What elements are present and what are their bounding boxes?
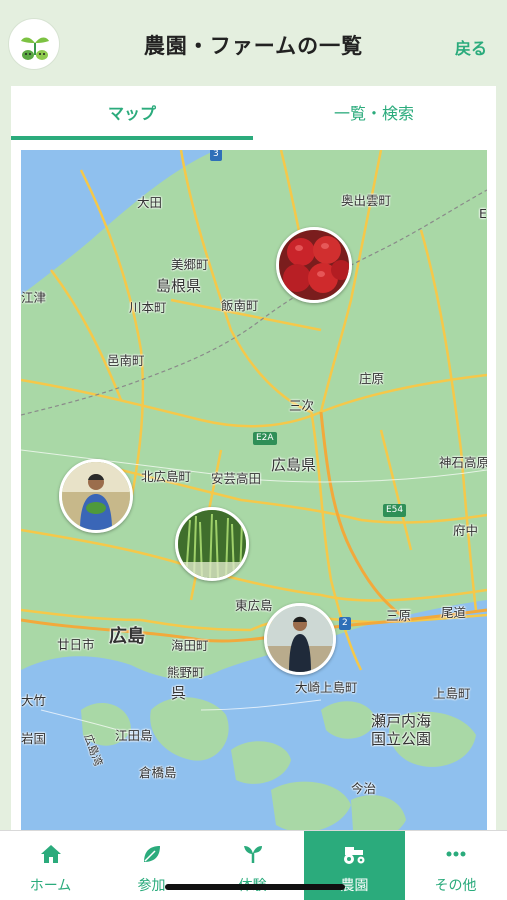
farmer-photo [62,462,130,530]
farm-map[interactable]: 大田 奥出雲町 E 美郷町 島根県 江津 川本町 飯南町 邑南町 庄原 三次 神… [21,150,487,844]
home-icon [0,843,101,865]
place-shobara: 庄原 [359,371,385,386]
nav-more-label: その他 [434,878,477,894]
place-kurahashi: 倉橋島 [139,765,177,780]
farm-panel: マップ 一覧・検索 大田 奥出雲町 E 美郷町 島根県 江津 川本町 飯南町 邑… [11,86,496,846]
place-kokuritsu: 国立公園 [371,730,432,748]
farmer-standing-photo [267,606,333,672]
place-miyoshi: 三次 [289,398,315,413]
place-misato: 美郷町 [171,257,209,272]
road-shield-2: 2 [339,617,351,630]
place-hiroshimaken: 広島県 [271,456,317,474]
apple-photo [279,230,349,300]
place-oonan: 邑南町 [107,353,145,368]
green-onion-photo [178,510,246,578]
tab-bar: マップ 一覧・検索 [11,86,496,142]
road-shield-3: 3 [210,150,222,161]
place-mihara: 三原 [386,608,412,623]
farmer-with-vegetables-marker[interactable] [59,459,133,533]
tab-map[interactable]: マップ [11,86,253,142]
active-tab-indicator [11,136,253,140]
green-onion-farm-marker[interactable] [175,507,249,581]
place-kitahiroshima: 北広島町 [141,469,192,484]
place-higashihiroshima: 東広島 [235,598,273,613]
nav-more[interactable]: その他 [405,831,506,900]
place-imabari: 今治 [351,781,377,796]
place-kamijima: 上島町 [433,686,471,701]
place-akitakata: 安芸高田 [211,471,262,486]
leaf-icon [101,843,202,865]
place-shimane: 島根県 [156,277,202,295]
sprout-icon [202,843,303,865]
nav-home-label: ホーム [29,878,72,894]
place-osakikamijima: 大崎上島町 [295,680,358,695]
place-onomichi: 尾道 [441,605,467,620]
place-jinsekikogen: 神石高原 [439,455,487,470]
nav-home[interactable]: ホーム [0,831,101,900]
place-fuchu: 府中 [453,523,479,538]
place-hiroshima: 広島 [109,626,145,647]
back-button[interactable]: 戻る [455,35,487,59]
farmer-standing-marker[interactable] [264,603,336,675]
place-hatsukaichi: 廿日市 [57,637,95,652]
place-kure: 呉 [171,684,187,702]
road-shield-e2a: E2A [253,432,277,445]
place-kaitaichi: 海田町 [171,638,209,653]
apple-farm-marker[interactable] [276,227,352,303]
place-etajima: 江田島 [115,728,153,743]
tractor-icon [304,843,405,865]
place-otake: 大竹 [21,693,47,708]
tab-list-search[interactable]: 一覧・検索 [253,86,495,142]
road-shield-e54: E54 [383,504,407,517]
header: 農園・ファームの一覧 戻る [0,0,507,88]
more-icon [405,843,506,865]
place-iinan: 飯南町 [221,298,259,313]
place-okuizumo: 奥出雲町 [341,193,392,208]
place-kawamoto: 川本町 [129,300,167,315]
page-title: 農園・ファームの一覧 [143,34,364,58]
place-kumano: 熊野町 [167,665,205,680]
place-ohda: 大田 [137,195,163,210]
place-gotsu: 江津 [21,290,47,305]
place-e-label: E [479,206,487,221]
place-iwakuni: 岩国 [21,731,47,746]
home-indicator [165,884,345,890]
